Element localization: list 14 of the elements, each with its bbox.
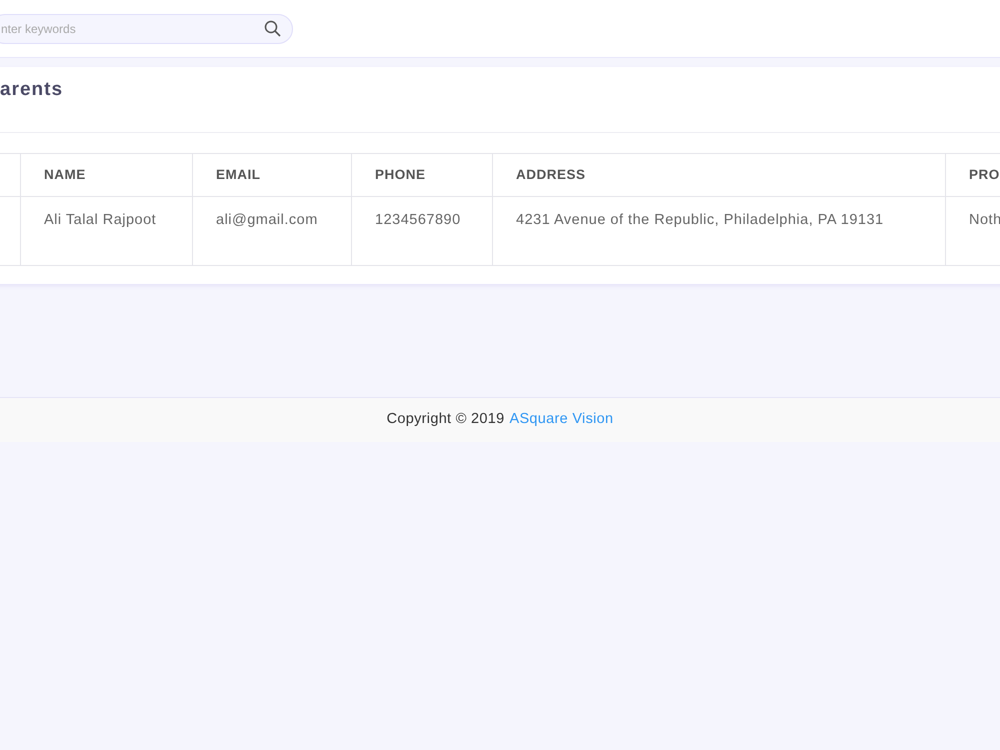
column-header: PRO	[946, 154, 1000, 196]
table-cell: 4231 Avenue of the Republic, Philadelphia, PA 19131	[492, 196, 946, 266]
table-cell: Ali Talal Rajpoot	[20, 196, 192, 266]
search-field[interactable]: nter keywords	[0, 14, 293, 44]
table-cell: 1234567890	[352, 196, 492, 266]
card-title: arents	[0, 67, 1000, 133]
column-header: PHONE	[352, 154, 492, 196]
search-icon[interactable]	[264, 20, 281, 36]
column-header: EMAIL	[192, 154, 352, 196]
column-header: ADDRESS	[492, 154, 946, 196]
table-cell: ali@gmail.com	[192, 196, 352, 266]
column-header: NAME	[20, 154, 192, 196]
company-link[interactable]: ASquare Vision	[509, 409, 614, 431]
copyright-text: Copyright © 2019	[386, 410, 504, 430]
